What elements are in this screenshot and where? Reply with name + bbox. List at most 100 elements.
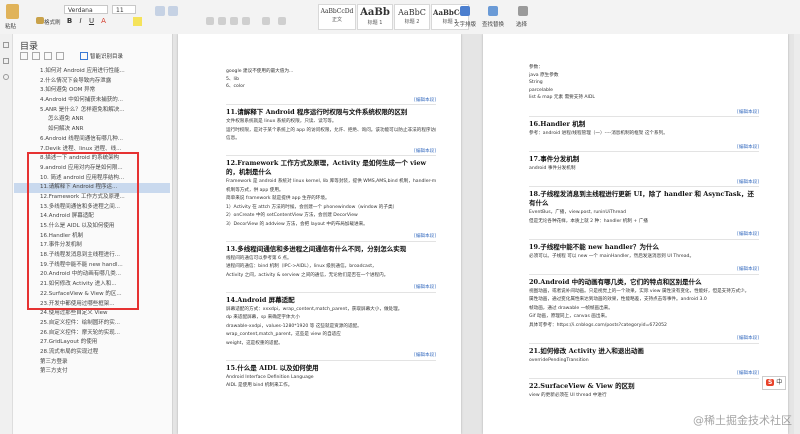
toc-item[interactable]: 1.如何对 Android 应用进行性能... <box>14 67 170 77</box>
highlight-button[interactable] <box>133 17 142 26</box>
toc-expand-icon[interactable] <box>20 52 28 60</box>
toc-item[interactable]: 14.Android 屏幕适配 <box>14 212 170 222</box>
toc-item[interactable]: 2.什么情况下会导致内存泄露 <box>14 77 170 87</box>
document-page-left: google 建议不使用的最大值为... 5、lib 6、color [编辑本段] 11… <box>178 34 461 434</box>
toc-panel-icon[interactable] <box>3 42 9 48</box>
body-line: 参数： <box>529 65 543 70</box>
doc-section: [编辑本段] 21.如何修改 Activity 进入和退出动画 overridePe… <box>529 335 759 364</box>
toc-item[interactable]: 10. 简述 android 应用程序结构... <box>14 174 170 184</box>
toc-item[interactable]: 25.自定义控件：绘制圆环的实... <box>14 319 170 329</box>
toc-item[interactable]: 17.事件分发机制 <box>14 241 170 251</box>
paste-label[interactable]: 粘贴 <box>5 22 16 30</box>
toc-item[interactable]: 12.Framework 工作方式及原理... <box>14 193 170 203</box>
toc-item[interactable]: 24.使用过那些自定义 View <box>14 309 170 319</box>
edit-section-link[interactable]: [编辑本段] <box>529 266 759 275</box>
toc-item[interactable]: 7.Devik 进程、linux 进程、线... <box>14 145 170 155</box>
underline-button[interactable]: U <box>87 17 96 26</box>
toc-item[interactable]: 21.如何修改 Activity 进入和... <box>14 280 170 290</box>
justify-icon[interactable] <box>242 17 250 25</box>
style-normal[interactable]: AaBbCcDd 正文 <box>318 4 356 30</box>
align-center-icon[interactable] <box>218 17 226 25</box>
bold-button[interactable]: B <box>65 17 74 26</box>
toc-item[interactable]: 第三方支付 <box>14 367 170 377</box>
toc-item[interactable]: 19.子线程中能不能 new handl... <box>14 261 170 271</box>
find-replace-label[interactable]: 查找替换 <box>482 20 504 28</box>
edit-section-link[interactable]: [编辑本段] <box>529 179 759 187</box>
edit-section-link[interactable]: [编辑本段] <box>226 284 436 293</box>
style-heading-1[interactable]: AaBb 标题 1 <box>357 4 393 30</box>
toc-item[interactable]: 18.子线程发消息到主线程进行... <box>14 251 170 261</box>
body-line: 1）Activity 在 attch 方法的时候，会创建一个 phonewind… <box>226 204 398 210</box>
vertical-scrollbar[interactable] <box>794 34 800 434</box>
toc-item[interactable]: 22.SurfaceView & View 的区... <box>14 290 170 300</box>
doc-section: [编辑本段] 15.什么是 AIDL 以及如何使用 Android Interfac… <box>226 352 436 390</box>
bullet-list-icon[interactable] <box>155 6 165 16</box>
toc-item-label: 11.请解释下 Android 程序运... <box>40 184 118 191</box>
format-painter-label[interactable]: 格式刷 <box>44 18 61 26</box>
toc-item[interactable]: 16.Handler 机制 <box>14 232 170 242</box>
select-label[interactable]: 选择 <box>516 20 527 28</box>
text-tools-icon[interactable] <box>460 6 470 16</box>
font-name-select[interactable]: Verdana <box>64 5 108 14</box>
font-size-select[interactable]: 11 <box>112 5 136 14</box>
style-heading-2[interactable]: AaBbC 标题 2 <box>394 4 430 30</box>
edit-section-link[interactable]: [编辑本段] <box>226 148 436 156</box>
find-replace-icon[interactable] <box>488 6 498 16</box>
intro-text: 参数： java 原生参数 String parcelable list & map 元… <box>529 64 759 102</box>
edit-section-link[interactable]: [编辑本段] <box>226 352 436 361</box>
edit-section-link[interactable]: [编辑本段] <box>529 231 759 240</box>
edit-section-link[interactable]: [编辑本段] <box>529 144 759 152</box>
toc-item[interactable]: 4.Android 中如何捕获未捕获的... <box>14 96 170 106</box>
toc-item-label: 第三方登录 <box>40 358 68 365</box>
edit-section-link[interactable]: [编辑本段] <box>226 97 436 105</box>
smart-toc-button[interactable]: 智能识别目录 <box>90 52 123 60</box>
edit-section-link[interactable]: [编辑本段] <box>226 233 436 242</box>
toc-settings-icon[interactable] <box>80 52 88 60</box>
ime-indicator[interactable]: S 中 <box>762 376 787 390</box>
align-right-icon[interactable] <box>230 17 238 25</box>
toc-item[interactable]: 8.描述一下 android 的系统架构 <box>14 154 170 164</box>
toc-item[interactable]: 5.ANR 是什么？怎样避免和解决... <box>14 106 170 116</box>
toc-item[interactable]: 26.自定义控件：摩天轮的实现... <box>14 329 170 339</box>
toc-item[interactable]: 11.请解释下 Android 程序运... <box>14 183 170 193</box>
toc-item[interactable]: 15.什么是 AIDL 以及如何使用 <box>14 222 170 232</box>
align-left-icon[interactable] <box>206 17 214 25</box>
border-icon[interactable] <box>278 17 286 25</box>
edit-section-link[interactable]: [编辑本段] <box>529 370 759 379</box>
toc-item[interactable]: 28.流式布局的实现过程 <box>14 348 170 358</box>
toc-item-label: 28.流式布局的实现过程 <box>40 348 99 355</box>
line-spacing-icon[interactable] <box>262 17 270 25</box>
toc-item[interactable]: 20.Android 中的动画有哪几类... <box>14 270 170 280</box>
edit-section-link[interactable]: [编辑本段] <box>529 109 759 117</box>
body-line: list & map 元素 需要支持 AIDL <box>529 95 595 100</box>
number-list-icon[interactable] <box>168 6 178 16</box>
bookmark-icon[interactable] <box>3 58 9 64</box>
toc-item[interactable]: 怎么避免 ANR <box>14 115 170 125</box>
text-tools-label[interactable]: 文字排版 <box>454 20 476 28</box>
format-painter-icon[interactable] <box>36 17 44 24</box>
toc-item[interactable]: 3.如何避免 OOM 异常 <box>14 86 170 96</box>
search-icon[interactable] <box>3 74 9 80</box>
toc-remove-icon[interactable] <box>56 52 64 60</box>
paste-icon[interactable] <box>6 4 19 19</box>
body-line: 6、color <box>226 84 245 89</box>
select-icon[interactable] <box>518 6 528 16</box>
toc-collapse-icon[interactable] <box>32 52 40 60</box>
doc-section: [编辑本段] 11.请解释下 Android 程序运行时权限与文件系统权限的区别文… <box>226 97 436 143</box>
italic-button[interactable]: I <box>76 17 85 26</box>
body-line: google 建议不使用的最大值为... <box>226 69 294 74</box>
toc-item[interactable]: 9.android 应用对内存是如何限... <box>14 164 170 174</box>
toc-item[interactable]: 13.多线程间通信和多进程之间... <box>14 203 170 213</box>
body-line: weight，这是权重的适配。 <box>226 340 283 346</box>
font-color-button[interactable]: A <box>99 17 108 26</box>
edit-section-link[interactable]: [编辑本段] <box>529 335 759 344</box>
toc-add-icon[interactable] <box>44 52 52 60</box>
toc-item[interactable]: 6.Android 线程间通信有哪几种... <box>14 135 170 145</box>
toc-item-label: 25.自定义控件：绘制圆环的实... <box>40 319 120 326</box>
toc-item[interactable]: 23.开发中都使用过哪些框架... <box>14 300 170 310</box>
toc-item[interactable]: 如何解决 ANR <box>14 125 170 135</box>
style-label: 标题 2 <box>404 19 420 25</box>
toc-item[interactable]: 第三方登录 <box>14 358 170 368</box>
body-line: String <box>529 80 543 85</box>
toc-item[interactable]: 27.GridLayout 的使用 <box>14 338 170 348</box>
